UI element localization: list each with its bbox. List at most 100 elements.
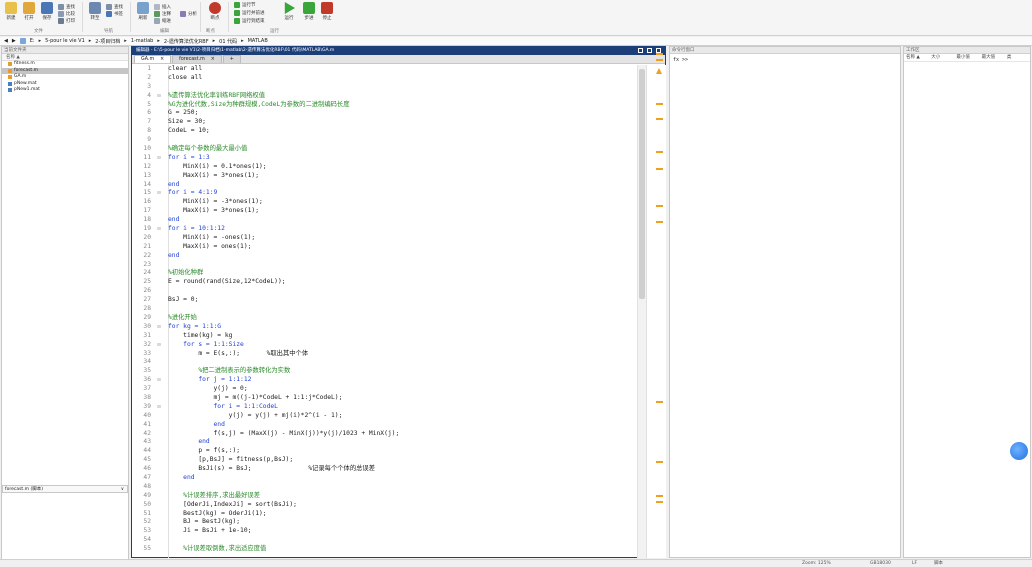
- ws-col-name[interactable]: 名称 ▲: [904, 54, 929, 61]
- line-number[interactable]: 21: [132, 243, 154, 252]
- line-number[interactable]: 6: [132, 109, 154, 118]
- line-number[interactable]: 38: [132, 394, 154, 403]
- minimize-icon[interactable]: [638, 48, 643, 53]
- code-line[interactable]: 16 MinX(i) = -3*ones(1);: [132, 198, 646, 207]
- code-line[interactable]: 44 p = f(s,:);: [132, 447, 646, 456]
- code-line[interactable]: 30 ⊟ for kg = 1:1:G: [132, 323, 646, 332]
- address-bar[interactable]: ◀ ▶ E: ▸ 5-pour le vie V1 ▸ 2-项目归档 ▸ 1-matl…: [0, 37, 1032, 46]
- line-number[interactable]: 23: [132, 261, 154, 270]
- back-icon[interactable]: ◀: [4, 38, 8, 44]
- fold-toggle-icon[interactable]: ⊟: [154, 341, 164, 350]
- tab-close-icon[interactable]: ×: [211, 56, 215, 63]
- line-number[interactable]: 20: [132, 234, 154, 243]
- line-number[interactable]: 13: [132, 172, 154, 181]
- line-number[interactable]: 55: [132, 545, 154, 554]
- analyzer-marker[interactable]: [656, 221, 663, 223]
- code-line[interactable]: 36 ⊟ for j = 1:1:12: [132, 376, 646, 385]
- path-segment[interactable]: 5-pour le vie V1: [45, 38, 85, 44]
- code-line[interactable]: 3: [132, 83, 646, 92]
- ws-col-class[interactable]: 类: [1005, 54, 1030, 61]
- add-tab-button[interactable]: +: [222, 55, 241, 63]
- code-line[interactable]: 42 f(s,j) = (MaxX(j) - MinX(j))*y(j)/102…: [132, 430, 646, 439]
- line-number[interactable]: 12: [132, 163, 154, 172]
- analyzer-marker[interactable]: [656, 53, 663, 55]
- path-segment[interactable]: 1-matlab: [131, 38, 154, 44]
- scrollbar-thumb[interactable]: [639, 69, 645, 299]
- code-line[interactable]: 9: [132, 136, 646, 145]
- breakpoints-button[interactable]: 断点: [206, 2, 224, 21]
- code-line[interactable]: 38 mj = m((j-1)*CodeL + 1:1:j*CodeL);: [132, 394, 646, 403]
- file-item[interactable]: pNew1.mat: [2, 87, 128, 94]
- code-line[interactable]: 26: [132, 287, 646, 296]
- command-prompt[interactable]: fx >>: [670, 57, 900, 63]
- ws-col-size[interactable]: 大小: [929, 54, 954, 61]
- analyzer-marker[interactable]: [656, 501, 663, 503]
- line-number[interactable]: 4: [132, 92, 154, 101]
- fold-toggle-icon[interactable]: ⊟: [154, 154, 164, 163]
- code-line[interactable]: 28: [132, 305, 646, 314]
- print-button[interactable]: 打印: [58, 18, 75, 24]
- line-number[interactable]: 24: [132, 269, 154, 278]
- goto-button[interactable]: 转至: [86, 2, 104, 21]
- indent-button[interactable]: 缩进: [154, 18, 171, 24]
- path-segment[interactable]: 2-项目归档: [95, 38, 120, 45]
- refresh-button[interactable]: 刷新: [134, 2, 152, 21]
- tab-forecast[interactable]: forecast.m ×: [172, 55, 222, 63]
- path-segment[interactable]: MATLAB: [248, 38, 268, 44]
- forward-icon[interactable]: ▶: [12, 38, 16, 44]
- code-line[interactable]: 34: [132, 358, 646, 367]
- code-line[interactable]: 27 BsJ = 0;: [132, 296, 646, 305]
- code-line[interactable]: 21 MaxX(i) = ones(1);: [132, 243, 646, 252]
- line-number[interactable]: 52: [132, 518, 154, 527]
- code-line[interactable]: 53 Ji = BsJi + 1e-10;: [132, 527, 646, 536]
- vertical-scrollbar[interactable]: [637, 65, 646, 558]
- line-number[interactable]: 5: [132, 101, 154, 110]
- code-line[interactable]: 51 BestJ(kg) = OderJi(1);: [132, 510, 646, 519]
- analyzer-marker[interactable]: [656, 103, 663, 105]
- line-number[interactable]: 15: [132, 189, 154, 198]
- code-line[interactable]: 47 end: [132, 474, 646, 483]
- line-number[interactable]: 30: [132, 323, 154, 332]
- analyzer-marker[interactable]: [656, 401, 663, 403]
- code-line[interactable]: 1 clear all: [132, 65, 646, 74]
- code-line[interactable]: 40 y(j) = y(j) + mj(i)*2^(i - 1);: [132, 412, 646, 421]
- line-number[interactable]: 46: [132, 465, 154, 474]
- line-number[interactable]: 8: [132, 127, 154, 136]
- fold-toggle-icon[interactable]: ⊟: [154, 403, 164, 412]
- line-number[interactable]: 53: [132, 527, 154, 536]
- line-number[interactable]: 7: [132, 118, 154, 127]
- line-number[interactable]: 44: [132, 447, 154, 456]
- line-number[interactable]: 51: [132, 510, 154, 519]
- code-line[interactable]: 12 MinX(i) = 0.1*ones(1);: [132, 163, 646, 172]
- fold-toggle-icon[interactable]: ⊟: [154, 323, 164, 332]
- fold-toggle-icon[interactable]: ⊟: [154, 225, 164, 234]
- run-button[interactable]: 运行: [280, 2, 298, 21]
- analyzer-marker[interactable]: [656, 151, 663, 153]
- tab-close-icon[interactable]: ×: [160, 56, 164, 63]
- find-files-button[interactable]: 查找: [58, 4, 75, 10]
- ws-col-max[interactable]: 最大值: [980, 54, 1005, 61]
- line-number[interactable]: 42: [132, 430, 154, 439]
- analyzer-marker[interactable]: [656, 59, 663, 61]
- run-advance-button[interactable]: 运行并前进: [234, 10, 265, 16]
- line-number[interactable]: 34: [132, 358, 154, 367]
- line-number[interactable]: 26: [132, 287, 154, 296]
- save-button[interactable]: 保存: [38, 2, 56, 21]
- chevron-down-icon[interactable]: ∨: [121, 486, 124, 492]
- comment-button[interactable]: 注释: [154, 11, 171, 17]
- analyzer-marker[interactable]: [656, 168, 663, 170]
- code-area[interactable]: 1 clear all 2 close all 3 4 ⊟ %遗传算法优化率训练RBF网络权值…: [132, 65, 646, 558]
- tab-ga[interactable]: GA.m ×: [134, 55, 172, 63]
- code-line[interactable]: 15 ⊟ for i = 4:1:9: [132, 189, 646, 198]
- code-line[interactable]: 54: [132, 536, 646, 545]
- analyzer-marker[interactable]: [656, 205, 663, 207]
- line-number[interactable]: 27: [132, 296, 154, 305]
- code-line[interactable]: 48: [132, 483, 646, 492]
- line-number[interactable]: 22: [132, 252, 154, 261]
- compare-button[interactable]: 比较: [58, 11, 75, 17]
- line-number[interactable]: 2: [132, 74, 154, 83]
- line-number[interactable]: 37: [132, 385, 154, 394]
- fold-toggle-icon[interactable]: ⊟: [154, 189, 164, 198]
- warning-icon[interactable]: [656, 68, 662, 74]
- command-window[interactable]: 命令行窗口 fx >>: [669, 46, 901, 558]
